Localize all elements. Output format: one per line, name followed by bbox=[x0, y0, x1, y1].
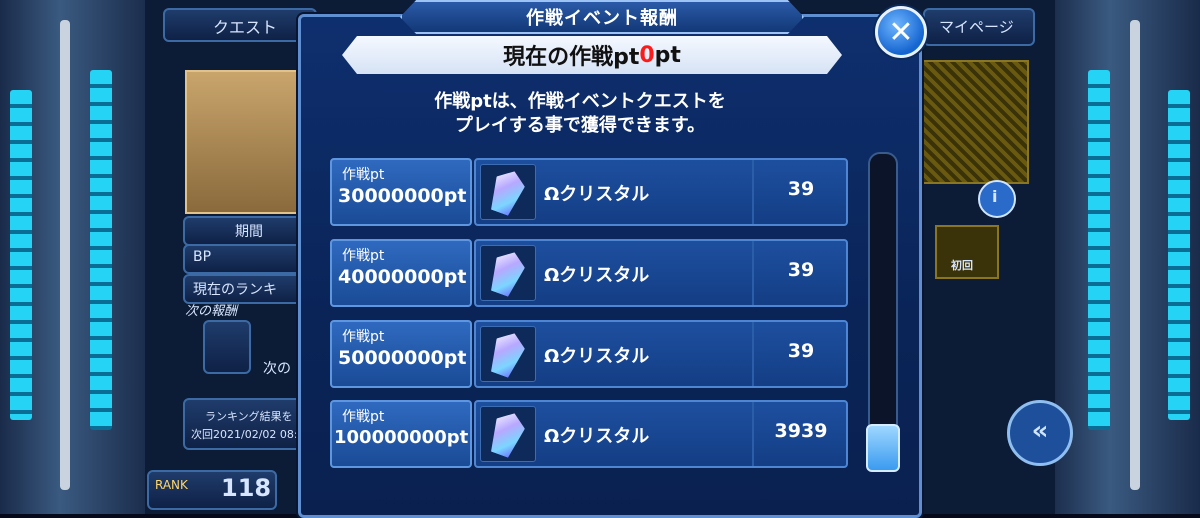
crystal-icon bbox=[480, 245, 536, 301]
points-suffix: pt bbox=[654, 42, 681, 68]
quest-tab[interactable]: クエスト bbox=[163, 8, 317, 42]
next-reward-icon bbox=[203, 320, 251, 374]
bp-box: BP bbox=[183, 244, 307, 274]
reward-item-box[interactable]: Ωクリスタル 39 bbox=[474, 239, 848, 307]
dialog-title: 作戦イベント報酬 bbox=[400, 0, 804, 34]
right-outer-light-bar bbox=[1168, 90, 1190, 420]
ranking-result-box: ランキング結果を 次回2021/02/02 08:0 bbox=[183, 398, 307, 450]
info-icon[interactable]: i bbox=[978, 180, 1016, 218]
reward-row: 作戦pt 50000000pt Ωクリスタル 39 bbox=[330, 320, 848, 388]
reward-points-box: 作戦pt 50000000pt bbox=[330, 320, 472, 388]
points-prefix: 現在の作戦pt bbox=[503, 45, 640, 70]
reward-count: 39 bbox=[787, 340, 815, 362]
crystal-icon bbox=[480, 164, 536, 220]
period-box: 期間 bbox=[183, 216, 307, 246]
reward-item-box[interactable]: Ωクリスタル 39 bbox=[474, 320, 848, 388]
reward-points-box: 作戦pt 40000000pt bbox=[330, 239, 472, 307]
reward-row: 作戦pt 40000000pt Ωクリスタル 39 bbox=[330, 239, 848, 307]
background-grid-panel bbox=[915, 60, 1029, 184]
left-outer-light-bar bbox=[10, 90, 32, 420]
character-portrait bbox=[185, 70, 309, 214]
crystal-icon bbox=[480, 326, 536, 382]
scrollbar-track[interactable] bbox=[868, 152, 898, 470]
reward-points-box: 作戦pt 30000000pt bbox=[330, 158, 472, 226]
reward-row: 作戦pt 30000000pt Ωクリスタル 39 bbox=[330, 158, 848, 226]
close-button[interactable]: ✕ bbox=[875, 6, 927, 58]
reward-count: 39 bbox=[787, 259, 815, 281]
close-icon: ✕ bbox=[888, 14, 914, 50]
points-description: 作戦ptは、作戦イベントクエストを プレイする事で獲得できます。 bbox=[434, 91, 726, 136]
points-value: 0 bbox=[639, 42, 655, 68]
back-arrow-icon[interactable]: « bbox=[1007, 400, 1073, 466]
reward-count: 3939 bbox=[774, 420, 828, 442]
left-light-bar bbox=[90, 70, 112, 430]
reward-item-box[interactable]: Ωクリスタル 3939 bbox=[474, 400, 848, 468]
first-time-reward-badge: 初回 bbox=[935, 225, 999, 279]
crystal-icon bbox=[480, 406, 536, 462]
scrollbar-thumb[interactable] bbox=[866, 424, 900, 472]
left-frame bbox=[0, 0, 150, 514]
reward-item-box[interactable]: Ωクリスタル 39 bbox=[474, 158, 848, 226]
rank-box: RANK 118 bbox=[147, 470, 277, 510]
right-light-bar bbox=[1088, 70, 1110, 430]
reward-row: 作戦pt 100000000pt Ωクリスタル 3939 bbox=[330, 400, 848, 468]
current-points-banner: 現在の作戦pt 0 pt bbox=[342, 36, 842, 74]
reward-points-box: 作戦pt 100000000pt bbox=[330, 400, 472, 468]
mypage-button[interactable]: マイページ bbox=[923, 8, 1035, 46]
reward-count: 39 bbox=[787, 178, 815, 200]
